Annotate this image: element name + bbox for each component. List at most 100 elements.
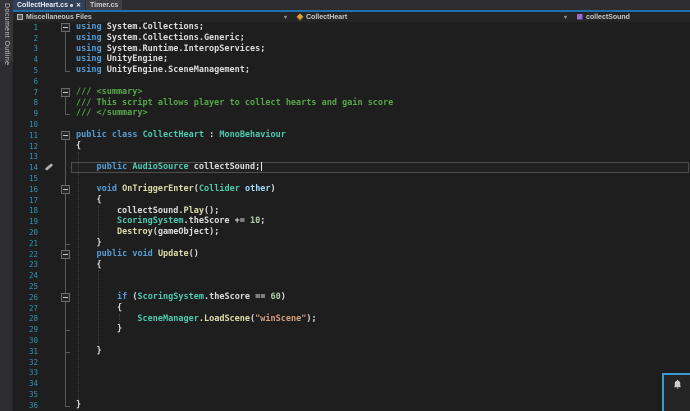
notifications-button[interactable]	[662, 373, 690, 411]
code-line[interactable]: 31 }	[13, 346, 690, 357]
code-line[interactable]: 29 }	[13, 324, 690, 335]
fold-collapse-icon[interactable]	[61, 23, 70, 32]
line-number[interactable]: 20	[13, 228, 43, 237]
line-number[interactable]: 36	[13, 401, 43, 410]
code-text: public void Update()	[73, 249, 690, 260]
code-line[interactable]: 34	[13, 378, 690, 389]
code-line[interactable]: 15	[13, 173, 690, 184]
line-number[interactable]: 35	[13, 390, 43, 399]
line-number[interactable]: 2	[13, 34, 43, 43]
fold-collapse-icon[interactable]	[61, 185, 70, 194]
code-line[interactable]: 1 using System.Collections;	[13, 22, 690, 33]
line-number[interactable]: 21	[13, 239, 43, 248]
code-line[interactable]: 16 void OnTriggerEnter(Collider other)	[13, 184, 690, 195]
fold-collapse-icon[interactable]	[61, 250, 70, 259]
line-number[interactable]: 23	[13, 260, 43, 269]
line-number[interactable]: 27	[13, 304, 43, 313]
line-number[interactable]: 12	[13, 142, 43, 151]
code-line[interactable]: 36}	[13, 400, 690, 411]
code-line[interactable]: 32	[13, 357, 690, 368]
code-line[interactable]: 35	[13, 389, 690, 400]
line-number[interactable]: 34	[13, 379, 43, 388]
code-line[interactable]: 3 using System.Runtime.InteropServices;	[13, 44, 690, 55]
line-number[interactable]: 19	[13, 217, 43, 226]
line-number[interactable]: 4	[13, 55, 43, 64]
code-line[interactable]: 13	[13, 152, 690, 163]
code-text: using System.Collections;	[73, 22, 690, 33]
tab-label: Timer.cs	[90, 2, 118, 9]
code-line[interactable]: 5using UnityEngine.SceneManagement;	[13, 65, 690, 76]
code-token	[76, 162, 96, 172]
code-line[interactable]: 21 }	[13, 238, 690, 249]
line-number[interactable]: 28	[13, 314, 43, 323]
line-number[interactable]: 11	[13, 131, 43, 140]
code-line[interactable]: 27 {	[13, 303, 690, 314]
code-token: AudioSource	[132, 162, 188, 172]
line-number[interactable]: 33	[13, 368, 43, 377]
fold-collapse-icon[interactable]	[61, 88, 70, 97]
line-number[interactable]: 29	[13, 325, 43, 334]
outlining-margin	[56, 206, 73, 217]
code-line[interactable]: 9/// </summary>	[13, 108, 690, 119]
line-number[interactable]: 16	[13, 185, 43, 194]
code-line[interactable]: 6	[13, 76, 690, 87]
code-line[interactable]: 12{	[13, 141, 690, 152]
code-line[interactable]: 19 ScoringSystem.theScore += 10;	[13, 216, 690, 227]
line-number[interactable]: 30	[13, 336, 43, 345]
line-number[interactable]: 10	[13, 120, 43, 129]
line-number[interactable]: 25	[13, 282, 43, 291]
code-text: /// This script allows player to collect…	[73, 98, 690, 109]
edit-pencil-icon	[45, 164, 52, 171]
code-line[interactable]: 8 /// This script allows player to collec…	[13, 98, 690, 109]
code-line[interactable]: 28 SceneManager.LoadScene("winScene");	[13, 314, 690, 325]
document-outline-collapsed-tab[interactable]: Document Outline	[0, 0, 13, 62]
close-icon[interactable]: ✕	[75, 2, 81, 9]
line-number[interactable]: 6	[13, 77, 43, 86]
project-dropdown[interactable]: Miscellaneous Files ▾	[13, 12, 293, 22]
line-number[interactable]: 18	[13, 206, 43, 215]
line-number[interactable]: 22	[13, 250, 43, 259]
code-line[interactable]: 2using System.Collections.Generic;	[13, 33, 690, 44]
code-token: if	[117, 292, 127, 302]
line-number[interactable]: 9	[13, 109, 43, 118]
line-number[interactable]: 24	[13, 271, 43, 280]
code-editor[interactable]: 1using System.Collections;2using System.…	[13, 22, 690, 411]
line-number[interactable]: 32	[13, 358, 43, 367]
code-line[interactable]: 22 public void Update()	[13, 249, 690, 260]
code-line[interactable]: 33	[13, 368, 690, 379]
line-number[interactable]: 3	[13, 44, 43, 53]
code-line[interactable]: 30	[13, 335, 690, 346]
fold-collapse-icon[interactable]	[61, 131, 70, 140]
tab-timer-cs[interactable]: Timer.cs	[86, 0, 122, 10]
code-line[interactable]: 17 {	[13, 195, 690, 206]
code-line[interactable]: 23 {	[13, 260, 690, 271]
code-text: using System.Runtime.InteropServices;	[73, 44, 690, 55]
code-token: UnityEngine.SceneManagement;	[102, 65, 250, 75]
line-number[interactable]: 13	[13, 152, 43, 161]
member-dropdown[interactable]: collectSound	[573, 12, 690, 22]
code-line[interactable]: 18 collectSound.Play();	[13, 206, 690, 217]
fold-collapse-icon[interactable]	[61, 293, 70, 302]
line-number[interactable]: 31	[13, 347, 43, 356]
code-line[interactable]: 4using UnityEngine;	[13, 54, 690, 65]
code-line[interactable]: 26 if (ScoringSystem.theScore == 60)	[13, 292, 690, 303]
line-number[interactable]: 15	[13, 174, 43, 183]
code-line[interactable]: 11public class CollectHeart : MonoBehavi…	[13, 130, 690, 141]
line-number[interactable]: 7	[13, 88, 43, 97]
line-number[interactable]: 1	[13, 23, 43, 32]
type-dropdown[interactable]: CollectHeart ▾	[293, 12, 573, 22]
tab-collectheart-cs[interactable]: CollectHeart.cs ✕	[13, 0, 85, 10]
line-number[interactable]: 5	[13, 66, 43, 75]
glyph-margin	[43, 141, 56, 152]
code-line[interactable]: 25	[13, 281, 690, 292]
code-line[interactable]: 7/// <summary>	[13, 87, 690, 98]
code-line[interactable]: 24	[13, 270, 690, 281]
code-line[interactable]: 10	[13, 119, 690, 130]
code-line[interactable]: 20 Destroy(gameObject);	[13, 227, 690, 238]
line-number[interactable]: 26	[13, 293, 43, 302]
code-line[interactable]: 14 public AudioSource collectSound;	[13, 162, 690, 173]
line-number[interactable]: 17	[13, 196, 43, 205]
line-number[interactable]: 14	[13, 163, 43, 172]
code-token	[76, 184, 96, 194]
line-number[interactable]: 8	[13, 98, 43, 107]
